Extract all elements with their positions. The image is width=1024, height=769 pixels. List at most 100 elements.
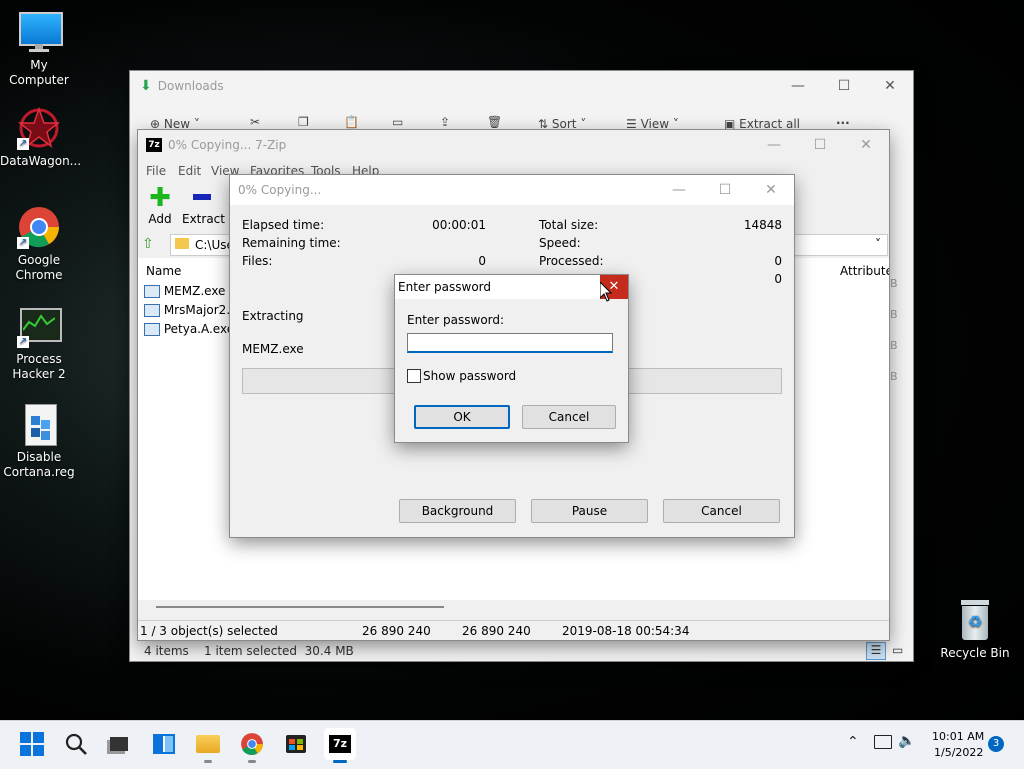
- copying-titlebar[interactable]: 0% Copying... — ☐ ✕: [230, 175, 794, 205]
- background-button[interactable]: Background: [399, 499, 516, 523]
- clock-date[interactable]: 1/5/2022: [934, 746, 983, 759]
- new-button[interactable]: ⊕ New ˅: [150, 117, 200, 131]
- chrome-taskbar-button[interactable]: [236, 728, 268, 760]
- maximize-button[interactable]: ☐: [702, 175, 748, 205]
- desktop-icon-process-hacker[interactable]: ↗ Process Hacker 2: [0, 304, 78, 382]
- desktop-icon-disable-cortana[interactable]: Disable Cortana.reg: [0, 402, 78, 480]
- desktop-icon-datawagon[interactable]: ↗ DataWagon...: [0, 106, 81, 169]
- cancel-button[interactable]: Cancel: [522, 405, 616, 429]
- delete-icon[interactable]: 🗑: [487, 115, 502, 129]
- current-file: MEMZ.exe: [242, 342, 304, 356]
- tiles-view-icon[interactable]: ▭: [892, 643, 903, 657]
- 7zip-taskbar-button[interactable]: 7z: [324, 728, 356, 760]
- 7zip-icon: 7z: [146, 138, 162, 152]
- minimize-button[interactable]: —: [775, 71, 821, 101]
- mouse-cursor-icon: [600, 282, 612, 302]
- widgets-button[interactable]: [148, 728, 180, 760]
- explorer-titlebar[interactable]: ⬇ Downloads — ☐ ✕: [130, 71, 913, 101]
- notification-badge[interactable]: 3: [988, 736, 1004, 752]
- monitor-icon: [17, 10, 63, 54]
- desktop-icon-label: Process Hacker 2: [12, 352, 66, 381]
- cut-icon[interactable]: ✂: [250, 115, 260, 129]
- minimize-button[interactable]: —: [656, 175, 702, 205]
- sort-icon: ⇅: [538, 117, 549, 131]
- speed-label: Speed:: [539, 236, 581, 250]
- menu-edit[interactable]: Edit: [178, 164, 201, 178]
- column-header-name[interactable]: Name: [146, 264, 181, 278]
- store-taskbar-button[interactable]: [280, 728, 312, 760]
- paste-icon[interactable]: 📋: [344, 115, 359, 129]
- view-button[interactable]: ☰ View ˅: [626, 117, 679, 131]
- recycle-bin-icon: ♻: [953, 598, 997, 642]
- view-icon: ☰: [626, 117, 637, 131]
- horizontal-scrollbar[interactable]: [156, 606, 444, 608]
- desktop-icon-label: Recycle Bin: [940, 646, 1010, 660]
- list-item[interactable]: MrsMajor2.0.: [144, 303, 242, 317]
- menu-file[interactable]: File: [146, 164, 166, 178]
- elapsed-time-value: 00:00:01: [432, 218, 486, 232]
- total-size-value: 14848: [743, 218, 782, 232]
- running-indicator: [204, 760, 212, 763]
- minimize-button[interactable]: —: [751, 130, 797, 160]
- exe-file-icon: [144, 285, 160, 298]
- selection-info: 1 item selected 30.4 MB: [204, 644, 354, 658]
- status-packed: 26 890 240: [462, 624, 531, 638]
- chrome-icon: [241, 733, 263, 755]
- size-fragment: B: [890, 308, 898, 321]
- size-fragment: B: [890, 277, 898, 290]
- network-icon[interactable]: [874, 735, 892, 749]
- status-selection: 1 / 3 object(s) selected: [140, 624, 278, 638]
- cancel-button[interactable]: Cancel: [663, 499, 780, 523]
- folder-icon: [175, 238, 189, 249]
- copy-icon[interactable]: ❐: [298, 115, 309, 129]
- chevron-down-icon[interactable]: ˅: [875, 237, 881, 251]
- windows-logo-icon: [20, 732, 44, 756]
- details-view-icon[interactable]: ☰: [866, 642, 886, 660]
- rename-icon[interactable]: ▭: [392, 115, 403, 129]
- pause-button[interactable]: Pause: [531, 499, 648, 523]
- search-button[interactable]: [60, 728, 92, 760]
- ok-button[interactable]: OK: [414, 405, 510, 429]
- add-button[interactable]: ✚ Add: [146, 183, 174, 226]
- total-size-label: Total size:: [539, 218, 599, 232]
- list-item[interactable]: Petya.A.exe: [144, 322, 234, 336]
- close-button[interactable]: ✕: [843, 130, 889, 160]
- plus-icon: ✚: [149, 183, 171, 213]
- desktop-icon-my-computer[interactable]: My Computer: [0, 10, 78, 88]
- show-password-checkbox[interactable]: [407, 369, 421, 383]
- password-titlebar[interactable]: Enter password ✕: [395, 275, 628, 299]
- clock-time[interactable]: 10:01 AM: [932, 730, 984, 743]
- sevenzip-titlebar[interactable]: 7z 0% Copying... 7-Zip — ☐ ✕: [138, 130, 889, 160]
- up-folder-icon[interactable]: ⇧: [142, 236, 158, 252]
- show-password-label[interactable]: Show password: [423, 369, 516, 383]
- item-count: 4 items: [144, 644, 189, 658]
- explorer-title: Downloads: [157, 79, 224, 93]
- volume-icon[interactable]: 🔈: [898, 733, 915, 749]
- list-item[interactable]: MEMZ.exe: [144, 284, 225, 298]
- close-button[interactable]: ✕: [867, 71, 913, 101]
- close-button[interactable]: ✕: [748, 175, 794, 205]
- file-explorer-taskbar-button[interactable]: [192, 728, 224, 760]
- maximize-button[interactable]: ☐: [797, 130, 843, 160]
- desktop-icon-recycle-bin[interactable]: ♻ Recycle Bin: [936, 598, 1014, 661]
- store-icon: [286, 735, 306, 753]
- column-header-attributes[interactable]: Attribute: [840, 264, 889, 278]
- share-icon[interactable]: ⇪: [440, 115, 450, 129]
- chevron-up-icon[interactable]: ⌃: [847, 734, 859, 750]
- extract-button[interactable]: Extract: [182, 186, 225, 226]
- extract-all-button[interactable]: ▣ Extract all: [724, 117, 800, 131]
- desktop-icon-label: Disable Cortana.reg: [3, 450, 75, 479]
- password-input[interactable]: [407, 333, 613, 353]
- elapsed-time-label: Elapsed time:: [242, 218, 325, 232]
- sort-button[interactable]: ⇅ Sort ˅: [538, 117, 586, 131]
- start-button[interactable]: [16, 728, 48, 760]
- task-view-button[interactable]: [103, 728, 135, 760]
- more-button[interactable]: ...: [836, 113, 850, 127]
- maximize-button[interactable]: ☐: [821, 71, 867, 101]
- running-indicator: [248, 760, 256, 763]
- chrome-icon: ↗: [17, 205, 61, 249]
- desktop-icon-chrome[interactable]: ↗ Google Chrome: [0, 205, 78, 283]
- processed-value: 0: [774, 254, 782, 268]
- password-dialog[interactable]: Enter password ✕ Enter password: Show pa…: [395, 275, 628, 442]
- exe-file-icon: [144, 304, 160, 317]
